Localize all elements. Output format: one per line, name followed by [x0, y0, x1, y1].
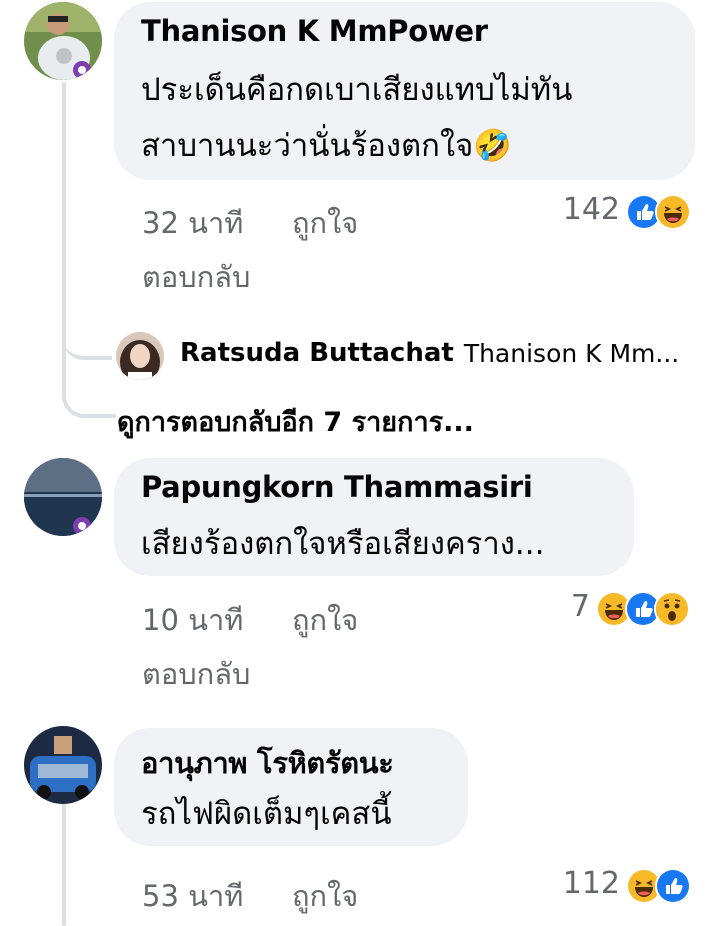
- reply-preview[interactable]: Ratsuda Buttachat Thanison K Mm...: [180, 338, 679, 368]
- comment-author[interactable]: Papungkorn Thammasiri: [141, 470, 533, 504]
- reaction-icons[interactable]: [596, 591, 690, 627]
- reaction-count[interactable]: 142: [540, 192, 620, 227]
- reply-text: Thanison K Mm...: [463, 338, 680, 368]
- haha-icon: [655, 194, 691, 230]
- comment-author[interactable]: Thanison K MmPower: [141, 14, 488, 48]
- reaction-count[interactable]: 112: [540, 866, 620, 901]
- reaction-icons[interactable]: [626, 194, 691, 230]
- reaction-count[interactable]: 7: [540, 589, 590, 624]
- avatar[interactable]: [24, 726, 102, 804]
- avatar[interactable]: [24, 2, 102, 80]
- reaction-icons[interactable]: [626, 868, 691, 904]
- like-button[interactable]: ถูกใจ: [292, 200, 358, 246]
- avatar[interactable]: [24, 458, 102, 536]
- comment-text: สาบานนะว่านั่นร้องตกใจ🤣: [141, 128, 512, 164]
- comment-timestamp: 10 นาที: [142, 603, 244, 637]
- avatar[interactable]: [116, 332, 164, 380]
- comment-author[interactable]: อานุภาพ โรหิตรัตนะ: [141, 740, 394, 786]
- comment-timestamp: 32 นาที: [142, 206, 244, 240]
- like-icon: [655, 868, 691, 904]
- comment-text: เสียงร้องตกใจหรือเสียงคราง...: [141, 526, 545, 562]
- like-button[interactable]: ถูกใจ: [292, 597, 358, 643]
- view-more-replies-link[interactable]: ดูการตอบกลับอีก 7 รายการ...: [117, 400, 474, 443]
- comment-timestamp: 53 นาที: [142, 879, 244, 913]
- reply-author[interactable]: Ratsuda Buttachat: [180, 338, 454, 368]
- wow-icon: [654, 591, 690, 627]
- more-replies-connector: [62, 370, 116, 418]
- like-button[interactable]: ถูกใจ: [292, 873, 358, 919]
- reply-button[interactable]: ตอบกลับ: [142, 651, 250, 697]
- reply-button[interactable]: ตอบกลับ: [142, 254, 250, 300]
- comment-text: รถไฟผิดเต็มๆเคสนี้: [141, 796, 392, 832]
- thread-line: [62, 800, 66, 926]
- comment-text: ประเด็นคือกดเบาเสียงแทบไม่ทัน: [141, 72, 573, 108]
- reply-connector: [62, 300, 112, 360]
